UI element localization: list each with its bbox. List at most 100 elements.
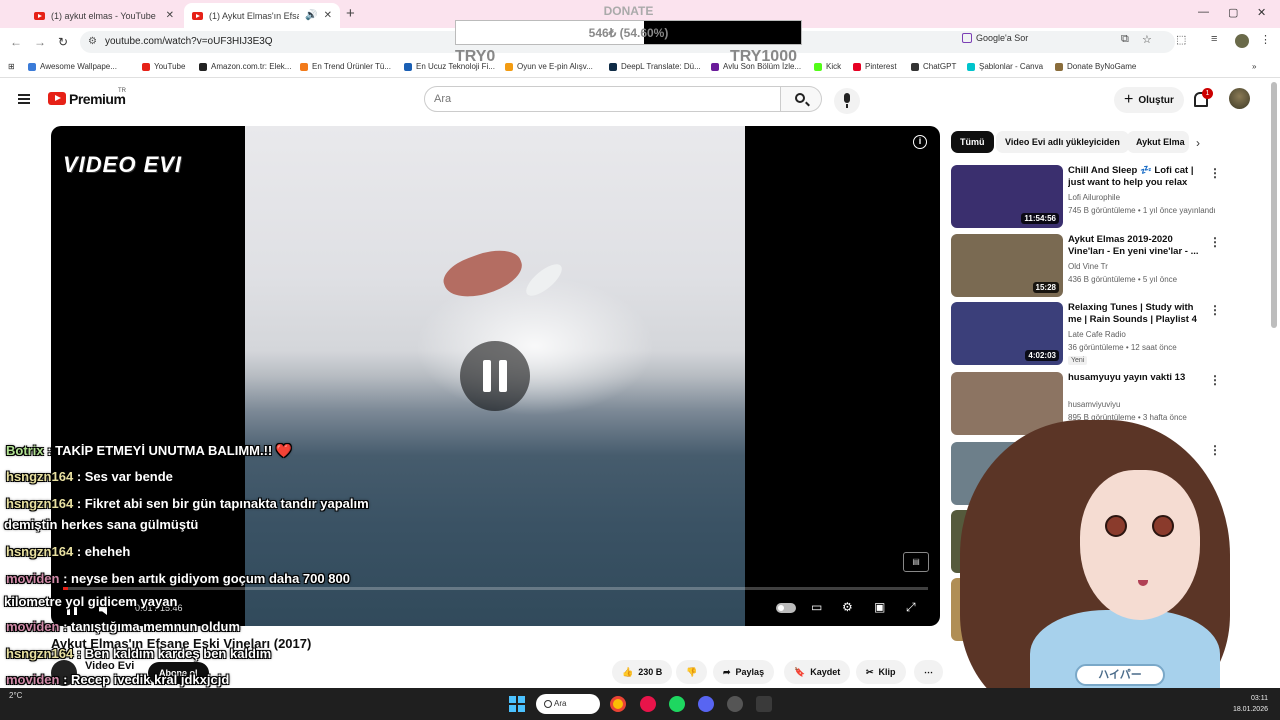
recommendation-item[interactable]: 15:28 Aykut Elmas 2019-2020 Vine'ları - E… bbox=[951, 234, 1269, 298]
bookmark-icon bbox=[1055, 62, 1063, 71]
more-vert-icon[interactable]: ⋮ bbox=[1209, 166, 1221, 180]
video-player[interactable]: VIDEO EVI i ▤ 0:01 / 15:46 ▭ ⚙ ▣ ⤢ bbox=[51, 126, 940, 626]
cast-icon[interactable]: ⧉ bbox=[1121, 33, 1129, 46]
tune-icon[interactable]: ⚙ bbox=[88, 36, 97, 47]
voice-search-mic-icon[interactable] bbox=[834, 88, 860, 114]
weather-widget[interactable]: 2°C bbox=[9, 691, 22, 700]
start-button-icon[interactable] bbox=[509, 696, 525, 712]
autoplay-toggle[interactable] bbox=[776, 603, 796, 613]
google-ask-button[interactable]: Google'a Sor bbox=[962, 33, 1028, 43]
media-player-icon[interactable] bbox=[640, 696, 656, 712]
back-arrow-icon[interactable]: ← bbox=[10, 35, 22, 49]
taskbar-clock[interactable]: 03:11 18.01.2026 bbox=[1228, 693, 1268, 715]
bookmark-item[interactable]: Kick bbox=[814, 62, 841, 71]
bookmark-item[interactable]: Amazon.com.tr: Elek... bbox=[199, 62, 291, 71]
chip-uploader[interactable]: Video Evi adlı yükleyiciden bbox=[996, 131, 1129, 153]
tab-close-icon[interactable]: ✕ bbox=[166, 10, 174, 21]
recommendation-title[interactable]: Chill And Sleep 💤 Lofi cat | just want t… bbox=[1068, 165, 1208, 189]
bookmark-item[interactable]: YouTube bbox=[142, 62, 185, 71]
apps-grid-icon[interactable]: ⊞ bbox=[8, 62, 15, 71]
recommendation-title[interactable]: Relaxing Tunes | Study with me | Rain So… bbox=[1068, 302, 1208, 326]
search-button[interactable] bbox=[781, 86, 822, 112]
recommendation-item[interactable]: 4:02:03 Relaxing Tunes | Study with me | … bbox=[951, 302, 1269, 366]
bookmark-item[interactable]: DeepL Translate: Dü... bbox=[609, 62, 701, 71]
scissors-icon: ✂ bbox=[866, 666, 874, 677]
save-button[interactable]: 🔖 Kaydet bbox=[784, 660, 851, 684]
like-button[interactable]: 👍 230 B bbox=[612, 660, 673, 684]
browser-tab-1[interactable]: (1) aykut elmas - YouTube ✕ bbox=[26, 3, 182, 28]
more-vert-icon[interactable]: ⋮ bbox=[1209, 373, 1221, 387]
channel-name[interactable]: Video Evi bbox=[85, 660, 134, 672]
browser-menu-icon[interactable]: ⋮ bbox=[1260, 33, 1271, 46]
theater-mode-icon[interactable]: ▣ bbox=[874, 600, 885, 614]
recommendation-channel[interactable]: Lofi Ailurophile bbox=[1068, 193, 1120, 202]
progress-bar[interactable] bbox=[63, 587, 928, 590]
bookmark-item[interactable]: Oyun ve E-pin Alışv... bbox=[505, 62, 593, 71]
recommendation-title[interactable]: Aykut Elmas 2019-2020 Vine'ları - En yen… bbox=[1068, 234, 1208, 258]
clip-button[interactable]: ✂ Klip bbox=[856, 660, 906, 684]
browser-profile-avatar[interactable] bbox=[1235, 34, 1249, 48]
bookmark-item[interactable]: ChatGPT bbox=[911, 62, 956, 71]
bookmark-item[interactable]: Awesome Wallpape... bbox=[28, 62, 117, 71]
chip-all[interactable]: Tümü bbox=[951, 131, 994, 153]
tab-search-icon[interactable]: ≡ bbox=[1211, 33, 1217, 45]
reload-icon[interactable]: ↻ bbox=[58, 35, 68, 49]
settings-gear-icon[interactable]: ⚙ bbox=[842, 600, 853, 614]
channel-watermark: VIDEO EVI bbox=[63, 152, 183, 177]
bookmark-item[interactable]: Pinterest bbox=[853, 62, 897, 71]
page-scrollbar[interactable] bbox=[1271, 82, 1277, 328]
bookmark-item[interactable]: En Trend Ürünler Tü... bbox=[300, 62, 391, 71]
search-placeholder: Ara bbox=[434, 93, 452, 105]
youtube-premium-label[interactable]: Premium bbox=[69, 91, 126, 107]
hamburger-menu-icon[interactable] bbox=[18, 94, 30, 104]
recommendation-channel[interactable]: Old Vine Tr bbox=[1068, 262, 1108, 271]
recommendation-channel[interactable]: Late Cafe Radio bbox=[1068, 330, 1126, 339]
more-vert-icon[interactable]: ⋮ bbox=[1209, 235, 1221, 249]
recommendation-item[interactable]: 11:54:56 Chill And Sleep 💤 Lofi cat | jus… bbox=[951, 165, 1269, 229]
info-icon[interactable]: i bbox=[913, 135, 927, 149]
recommendation-channel[interactable]: husamviyuviyu bbox=[1068, 400, 1120, 409]
chrome-icon[interactable] bbox=[610, 696, 626, 712]
close-window-button[interactable]: ✕ bbox=[1257, 6, 1266, 19]
taskbar-search[interactable]: Ara bbox=[536, 694, 600, 714]
new-tab-button[interactable]: + bbox=[346, 5, 355, 22]
more-actions-button[interactable]: ⋯ bbox=[914, 660, 943, 684]
big-pause-icon[interactable] bbox=[460, 341, 530, 411]
chatgpt-icon bbox=[911, 62, 919, 71]
spotify-icon[interactable] bbox=[669, 696, 685, 712]
speaker-icon[interactable]: 🔊 bbox=[305, 10, 317, 21]
maximize-button[interactable]: ▢ bbox=[1228, 6, 1238, 19]
chevron-right-icon[interactable]: › bbox=[1196, 136, 1200, 150]
extensions-icon[interactable]: ⬚ bbox=[1176, 33, 1186, 46]
minimize-button[interactable]: — bbox=[1198, 6, 1209, 18]
chat-message: moviden : tanıştığıma memnun oldum bbox=[6, 619, 240, 634]
bookmarks-bar: ⊞ Awesome Wallpape... YouTube Amazon.com… bbox=[0, 56, 1280, 78]
video-thumbnail[interactable]: 4:02:03 bbox=[951, 302, 1063, 365]
new-badge: Yeni bbox=[1068, 356, 1088, 365]
video-thumbnail[interactable]: 15:28 bbox=[951, 234, 1063, 297]
video-thumbnail[interactable]: 11:54:56 bbox=[951, 165, 1063, 228]
save-label: Kaydet bbox=[810, 667, 841, 677]
bookmark-item[interactable]: Şablonlar - Canva bbox=[967, 62, 1043, 71]
recommendation-title[interactable]: husamyuyu yayın vakti 13 bbox=[1068, 372, 1208, 384]
forward-arrow-icon[interactable]: → bbox=[34, 35, 46, 49]
subtitles-icon[interactable]: ▭ bbox=[811, 600, 822, 614]
discord-icon[interactable] bbox=[698, 696, 714, 712]
bookmarks-overflow-icon[interactable]: » bbox=[1252, 62, 1256, 71]
search-input[interactable]: Ara bbox=[424, 86, 781, 112]
app-icon[interactable] bbox=[756, 696, 772, 712]
fullscreen-icon[interactable]: ⤢ bbox=[906, 600, 916, 615]
youtube-logo-icon[interactable] bbox=[48, 92, 66, 105]
tab-close-icon[interactable]: ✕ bbox=[324, 10, 332, 21]
bookmark-star-icon[interactable]: ☆ bbox=[1142, 33, 1152, 46]
create-button[interactable]: + Oluştur bbox=[1114, 87, 1184, 113]
more-vert-icon[interactable]: ⋮ bbox=[1209, 303, 1221, 317]
user-avatar[interactable] bbox=[1229, 88, 1250, 109]
dislike-button[interactable]: 👎 bbox=[676, 660, 708, 684]
more-vert-icon[interactable]: ⋮ bbox=[1209, 443, 1221, 457]
share-button[interactable]: ➦ Paylaş bbox=[713, 660, 775, 684]
obs-icon[interactable] bbox=[727, 696, 743, 712]
bookmark-item[interactable]: Donate ByNoGame bbox=[1055, 62, 1136, 71]
chip-aykut-elmas[interactable]: Aykut Elma bbox=[1127, 131, 1189, 153]
browser-tab-2[interactable]: (1) Aykut Elmas'ın Efsane Es 🔊 ✕ bbox=[184, 3, 340, 28]
